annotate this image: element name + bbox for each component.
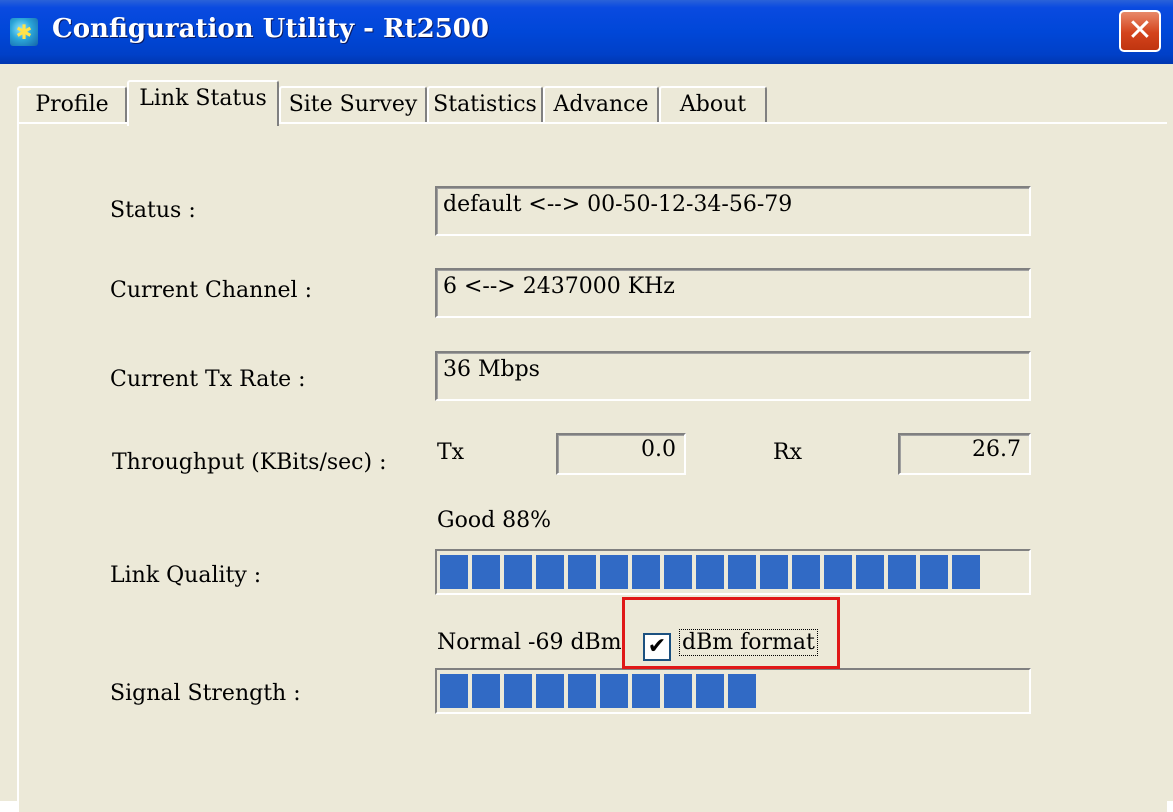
signal-strength-text: Normal -69 dBm xyxy=(437,630,622,655)
signal-strength-segment xyxy=(440,674,468,708)
current-channel-label: Current Channel : xyxy=(110,278,312,303)
rx-throughput-field: 26.7 xyxy=(898,433,1031,475)
current-channel-field: 6 <--> 2437000 KHz xyxy=(435,268,1031,318)
signal-strength-segment xyxy=(504,674,532,708)
signal-strength-segment xyxy=(664,674,692,708)
link-quality-segment xyxy=(568,555,596,589)
close-button[interactable]: ✕ xyxy=(1119,10,1161,52)
dbm-format-label[interactable]: dBm format xyxy=(679,629,818,656)
tx-label: Tx xyxy=(437,440,465,465)
app-icon: ✱ xyxy=(10,18,38,46)
link-quality-text: Good 88% xyxy=(437,508,552,533)
link-quality-segment xyxy=(856,555,884,589)
link-quality-segment xyxy=(760,555,788,589)
status-label: Status : xyxy=(110,198,196,223)
tab-about[interactable]: About xyxy=(659,86,767,124)
tab-advance[interactable]: Advance xyxy=(543,86,659,124)
signal-strength-segment xyxy=(600,674,628,708)
tx-throughput-field: 0.0 xyxy=(556,433,686,475)
link-quality-segment xyxy=(920,555,948,589)
signal-strength-label: Signal Strength : xyxy=(110,681,301,706)
config-utility-window: ✱ Configuration Utility - Rt2500 ✕ Profi… xyxy=(0,0,1173,812)
link-quality-segment xyxy=(792,555,820,589)
link-quality-segment xyxy=(600,555,628,589)
signal-strength-bar xyxy=(435,668,1031,714)
window-title: Configuration Utility - Rt2500 xyxy=(52,14,489,44)
signal-strength-segment xyxy=(536,674,564,708)
link-quality-segment xyxy=(632,555,660,589)
tx-rate-field: 36 Mbps xyxy=(435,351,1031,401)
dbm-format-checkbox[interactable]: ✔ xyxy=(643,633,671,661)
rx-label: Rx xyxy=(773,440,802,465)
signal-strength-segment xyxy=(568,674,596,708)
title-bar[interactable]: ✱ Configuration Utility - Rt2500 ✕ xyxy=(0,0,1173,64)
tab-statistics[interactable]: Statistics xyxy=(427,86,543,124)
status-field: default <--> 00-50-12-34-56-79 xyxy=(435,186,1031,236)
tab-strip: Profile Link Status Site Survey Statisti… xyxy=(17,80,777,126)
link-quality-segment xyxy=(696,555,724,589)
link-quality-label: Link Quality : xyxy=(110,563,262,588)
signal-strength-segment xyxy=(632,674,660,708)
link-quality-segment xyxy=(824,555,852,589)
tab-site-survey[interactable]: Site Survey xyxy=(279,86,427,124)
link-quality-segment xyxy=(664,555,692,589)
link-quality-bar xyxy=(435,549,1031,595)
throughput-label: Throughput (KBits/sec) : xyxy=(112,450,387,475)
link-quality-segment xyxy=(952,555,980,589)
link-quality-segment xyxy=(536,555,564,589)
signal-strength-segment xyxy=(696,674,724,708)
tab-profile[interactable]: Profile xyxy=(17,86,127,124)
signal-strength-segment xyxy=(472,674,500,708)
link-quality-segment xyxy=(472,555,500,589)
link-quality-segment xyxy=(728,555,756,589)
link-quality-segment xyxy=(888,555,916,589)
link-quality-segment xyxy=(440,555,468,589)
signal-strength-segment xyxy=(728,674,756,708)
link-quality-segment xyxy=(504,555,532,589)
tx-rate-label: Current Tx Rate : xyxy=(110,367,306,392)
tab-link-status[interactable]: Link Status xyxy=(127,80,279,126)
